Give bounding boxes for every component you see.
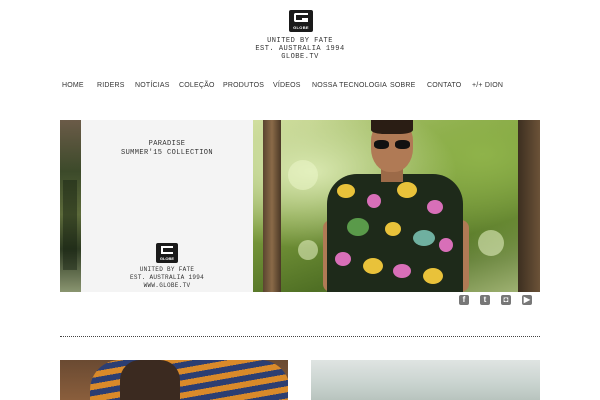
logo-mark-icon <box>294 13 308 22</box>
floral-shirt <box>327 174 463 292</box>
flower <box>393 264 411 278</box>
bokeh-light <box>288 160 318 190</box>
panel-tagline-line-2: EST. AUSTRALIA 1994 <box>129 274 205 281</box>
nav-item-riders[interactable]: RIDERS <box>97 82 125 89</box>
sunglasses <box>374 140 410 149</box>
youtube-glyph: ▶ <box>523 295 531 304</box>
nav-item-noticias[interactable]: NOTÍCIAS <box>135 82 170 89</box>
flower <box>439 238 453 252</box>
nav-item-home[interactable]: HOME <box>62 82 84 89</box>
globe-logo[interactable]: GLOBE <box>289 10 313 32</box>
logo-mark-icon <box>161 246 173 254</box>
collection-title-line-1: PARADISE <box>148 140 186 148</box>
flower <box>385 222 401 236</box>
post-thumbnail[interactable] <box>311 360 540 400</box>
nav-item-sobre[interactable]: SOBRE <box>390 82 416 89</box>
flower <box>423 268 443 284</box>
site-header: GLOBE UNITED BY FATE EST. AUSTRALIA 1994… <box>0 0 600 70</box>
hero-banner[interactable]: PARADISE SUMMER'15 COLLECTION GLOBE UNIT… <box>60 120 540 292</box>
tree-trunk <box>518 120 540 292</box>
collection-title-line-2: SUMMER'15 COLLECTION <box>120 149 213 157</box>
nav-item-tecnologia[interactable]: NOSSA TECNOLOGIA <box>312 82 387 89</box>
panel-logo-wordmark: GLOBE <box>159 256 175 261</box>
hero-photo <box>253 120 540 292</box>
twitter-icon[interactable]: t <box>480 295 490 305</box>
nav-item-produtos[interactable]: PRODUTOS <box>223 82 264 89</box>
panel-tagline: UNITED BY FATE EST. AUSTRALIA 1994 WWW.G… <box>81 266 253 290</box>
collection-title: PARADISE SUMMER'15 COLLECTION <box>81 140 253 158</box>
instagram-glyph: ◘ <box>503 295 509 304</box>
banner-previous-slide-image <box>60 120 81 292</box>
post-thumbnail[interactable] <box>60 360 288 400</box>
leaf <box>347 218 369 236</box>
nav-item-dion[interactable]: +/+ DION <box>472 82 503 89</box>
panel-globe-logo: GLOBE <box>156 243 178 263</box>
tree-trunk <box>263 120 281 292</box>
flower <box>335 252 351 266</box>
main-navigation: HOME RIDERS NOTÍCIAS COLEÇÃO PRODUTOS VÍ… <box>0 82 600 94</box>
bokeh-light <box>298 240 318 260</box>
nav-item-videos[interactable]: VÍDEOS <box>273 82 301 89</box>
flower <box>367 194 381 208</box>
logo-wordmark: GLOBE <box>293 25 309 30</box>
flower <box>397 182 417 198</box>
collection-panel: PARADISE SUMMER'15 COLLECTION GLOBE UNIT… <box>81 120 253 292</box>
nav-item-contato[interactable]: CONTATO <box>427 82 461 89</box>
model-hair <box>120 360 180 400</box>
flower <box>427 200 443 214</box>
panel-tagline-line-1: UNITED BY FATE <box>139 266 195 273</box>
bokeh-light <box>478 230 504 256</box>
tagline-line-3: GLOBE.TV <box>281 53 319 61</box>
youtube-icon[interactable]: ▶ <box>522 295 532 305</box>
model-hair <box>371 120 413 134</box>
flower <box>337 184 355 198</box>
flower <box>363 258 383 274</box>
section-divider <box>60 336 540 337</box>
facebook-glyph: f <box>462 295 466 304</box>
panel-tagline-line-3: WWW.GLOBE.TV <box>143 282 191 289</box>
instagram-icon[interactable]: ◘ <box>501 295 511 305</box>
facebook-icon[interactable]: f <box>459 295 469 305</box>
leaf <box>413 230 435 246</box>
twitter-glyph: t <box>483 295 487 304</box>
nav-item-colecao[interactable]: COLEÇÃO <box>179 82 215 89</box>
